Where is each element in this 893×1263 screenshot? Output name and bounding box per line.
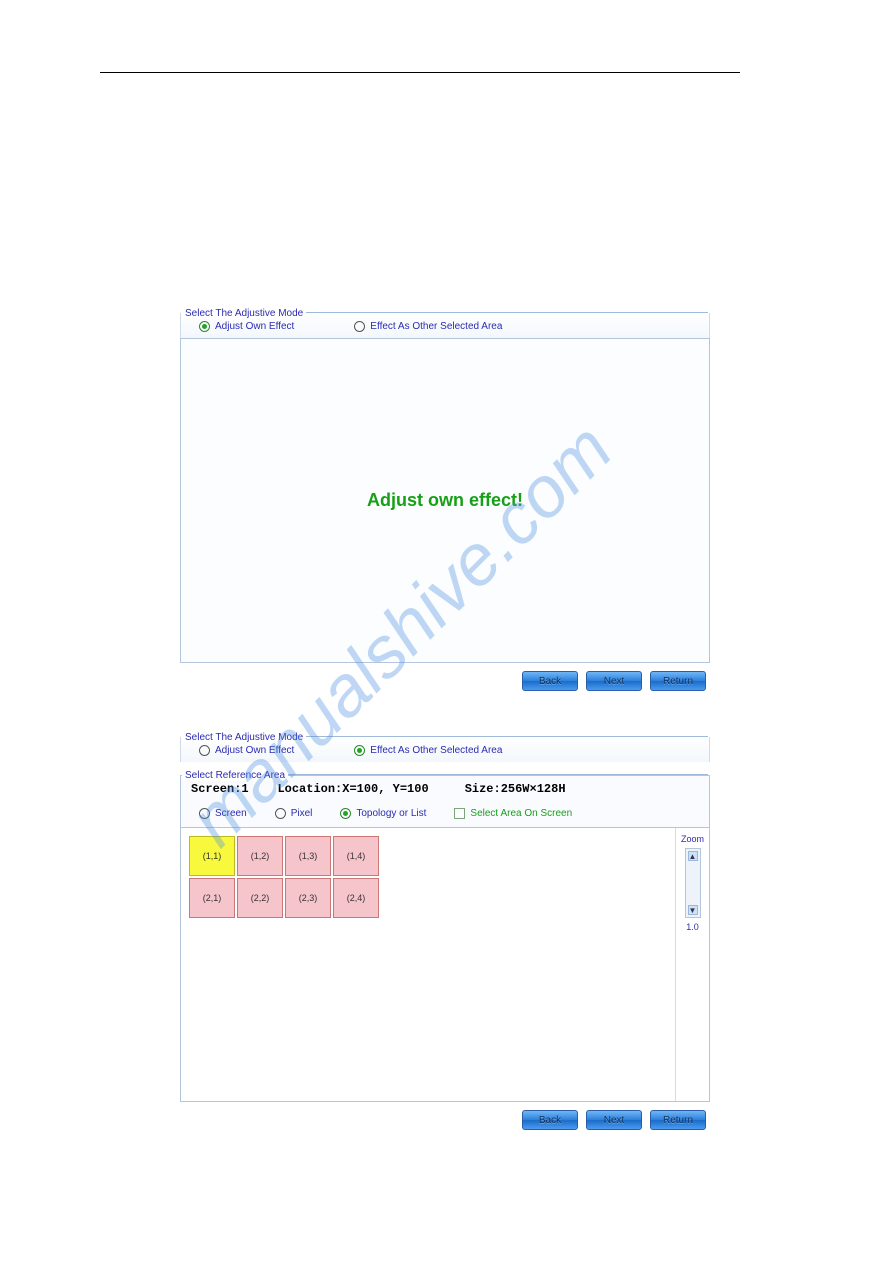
selector-row: Screen Pixel Topology or List Select Are… [180,804,710,827]
cabinet-cell[interactable]: (2,4) [333,878,379,918]
checkbox-label: Select Area On Screen [470,808,572,819]
radio-effect-as-other[interactable]: Effect As Other Selected Area [354,321,502,332]
cabinet-cell[interactable]: (2,1) [189,878,235,918]
back-button[interactable]: Back [522,671,578,691]
button-row: Back Next Return [180,1102,710,1130]
cabinet-cell[interactable]: (1,3) [285,836,331,876]
radio-label: Adjust Own Effect [215,321,294,332]
radio-icon [199,745,210,756]
next-button[interactable]: Next [586,1110,642,1130]
radio-icon [340,808,351,819]
radio-icon [199,321,210,332]
radio-label: Topology or List [356,808,426,819]
radio-label: Effect As Other Selected Area [370,321,502,332]
cabinet-grid-area: (1,1)(1,2)(1,3)(1,4) (2,1)(2,2)(2,3)(2,4)… [180,827,710,1102]
page-divider [100,72,740,73]
next-button[interactable]: Next [586,671,642,691]
radio-adjust-own-effect[interactable]: Adjust Own Effect [199,745,294,756]
radio-label: Screen [215,808,247,819]
cabinet-cell[interactable]: (2,2) [237,878,283,918]
checkbox-select-area-on-screen[interactable]: Select Area On Screen [454,808,572,819]
radio-label: Pixel [291,808,313,819]
zoom-panel: Zoom ▲ ▼ 1.0 [675,828,709,1101]
return-button[interactable]: Return [650,1110,706,1130]
zoom-down-icon[interactable]: ▼ [688,905,698,915]
panel-effect-as-other: Select The Adjustive Mode Adjust Own Eff… [180,724,710,1130]
cabinet-grid: (1,1)(1,2)(1,3)(1,4) (2,1)(2,2)(2,3)(2,4) [189,836,675,918]
panel-adjust-own: Select The Adjustive Mode Adjust Own Eff… [180,300,710,691]
info-location-value: X=100, Y=100 [342,782,428,796]
info-screen-label: Screen: [191,782,241,796]
radio-icon [354,321,365,332]
cabinet-cell[interactable]: (1,2) [237,836,283,876]
radio-screen[interactable]: Screen [199,808,247,819]
zoom-scrollbar[interactable]: ▲ ▼ [685,848,701,918]
adjust-own-message: Adjust own effect! [367,490,523,511]
radio-pixel[interactable]: Pixel [275,808,313,819]
radio-icon [199,808,210,819]
cabinet-canvas[interactable]: (1,1)(1,2)(1,3)(1,4) (2,1)(2,2)(2,3)(2,4) [181,828,675,1101]
info-screen-value: 1 [241,782,248,796]
return-button[interactable]: Return [650,671,706,691]
group-title-adjustive-mode: Select The Adjustive Mode [182,308,306,319]
cabinet-cell[interactable]: (1,1) [189,836,235,876]
info-size-value: 256W×128H [501,782,566,796]
group-title-adjustive-mode: Select The Adjustive Mode [182,732,306,743]
zoom-label: Zoom [681,834,704,844]
cabinet-cell[interactable]: (1,4) [333,836,379,876]
zoom-up-icon[interactable]: ▲ [688,851,698,861]
radio-label: Adjust Own Effect [215,745,294,756]
effect-preview-area: Adjust own effect! [180,338,710,663]
group-title-reference-area: Select Reference Area [182,770,288,781]
back-button[interactable]: Back [522,1110,578,1130]
info-location-label: Location: [277,782,342,796]
info-size-label: Size: [465,782,501,796]
button-row: Back Next Return [180,663,710,691]
radio-icon [275,808,286,819]
radio-label: Effect As Other Selected Area [370,745,502,756]
cabinet-cell[interactable]: (2,3) [285,878,331,918]
radio-effect-as-other[interactable]: Effect As Other Selected Area [354,745,502,756]
zoom-value: 1.0 [686,922,699,932]
radio-adjust-own-effect[interactable]: Adjust Own Effect [199,321,294,332]
radio-topology-list[interactable]: Topology or List [340,808,426,819]
checkbox-icon [454,808,465,819]
radio-icon [354,745,365,756]
